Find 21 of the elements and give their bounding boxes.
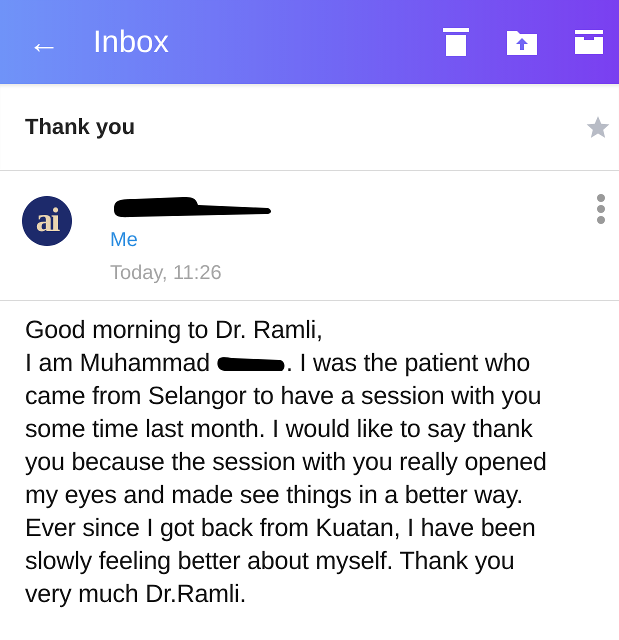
more-options-icon[interactable] bbox=[595, 193, 607, 225]
back-button[interactable]: ← bbox=[28, 26, 72, 58]
body-text-line: I am Muhammad bbox=[25, 348, 210, 379]
body-text-line: very much Dr.Ramli. bbox=[25, 579, 246, 610]
avatar: ai bbox=[22, 196, 72, 246]
move-to-folder-icon[interactable] bbox=[507, 29, 537, 55]
body-text-line: Good morning to Dr. Ramli, bbox=[25, 315, 323, 346]
star-icon[interactable] bbox=[585, 114, 611, 140]
body-text-line: slowly feeling better about myself. Thank you bbox=[25, 546, 514, 577]
delete-icon[interactable] bbox=[443, 28, 469, 56]
body-text-line: you because the session with you really opened bbox=[25, 447, 547, 478]
body-text-line: my eyes and made see things in a better way. bbox=[25, 480, 523, 511]
timestamp: Today, 11:26 bbox=[110, 262, 223, 285]
body-text-line: came from Selangor to have a session with you bbox=[25, 381, 542, 412]
body-text-line: . I was the patient who bbox=[286, 348, 530, 379]
screen-title: Inbox bbox=[93, 24, 170, 60]
recipient-label: Me bbox=[110, 229, 139, 252]
email-subject: Thank you bbox=[25, 114, 136, 140]
archive-icon[interactable] bbox=[575, 30, 603, 54]
body-text-line: some time last month. I would like to say thank bbox=[25, 414, 532, 445]
body-text-line: Ever since I got back from Kuatan, I have been bbox=[25, 513, 536, 544]
